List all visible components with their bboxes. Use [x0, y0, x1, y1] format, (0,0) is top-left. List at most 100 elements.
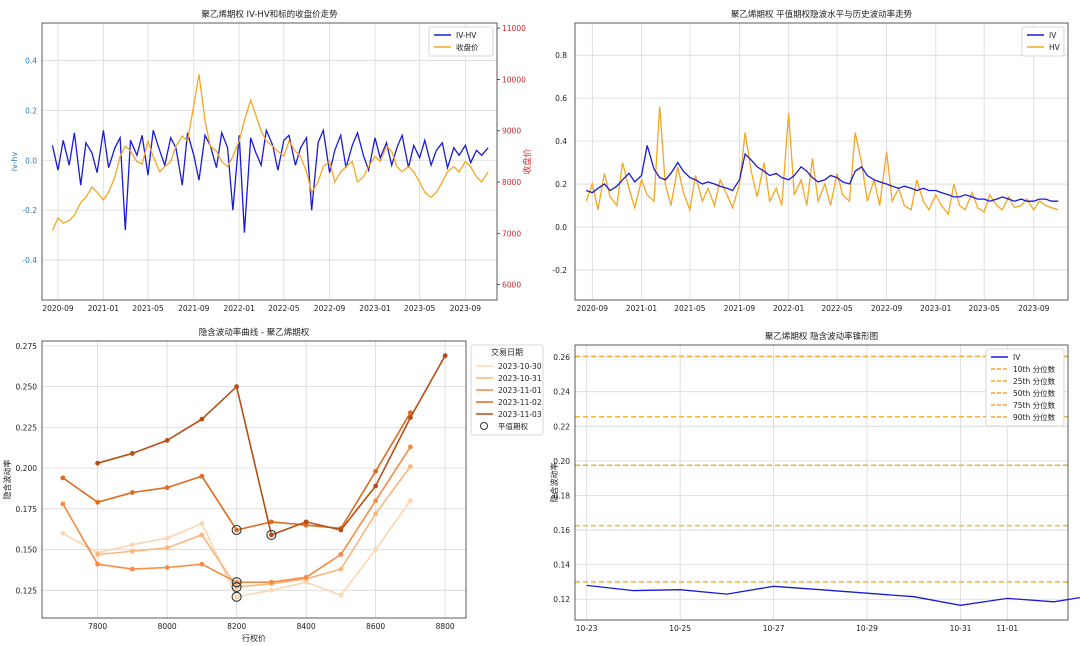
y-tick-label: 0.8 — [555, 51, 567, 60]
x-tick-label: 2021-09 — [724, 304, 756, 313]
chart-iv-hv-close-price: -0.4 -0.2 0.0 0.2 0.4 2020-09 2021-01 2021-05 20… — [10, 9, 533, 313]
y2-tick-label: 9000 — [502, 127, 521, 136]
y-tick-label: 0.24 — [553, 388, 570, 397]
y2-tick-label: 7000 — [502, 229, 521, 238]
legend-label: 75th 分位数 — [1013, 400, 1056, 410]
x-tick-label: 2023-09 — [450, 304, 482, 313]
x-tick-label: 2020-09 — [577, 304, 609, 313]
y-tick-label: 0.0 — [25, 156, 37, 165]
series-point — [338, 566, 344, 572]
series-point — [164, 485, 170, 491]
legend-label: 2023-11-03 — [498, 410, 542, 419]
series-point — [129, 566, 135, 572]
chart-atm-iv-vs-hv: -0.2 0.0 0.2 0.4 0.6 0.8 2020-09 2021-01 2021-05… — [552, 9, 1069, 313]
x-tick-label: 2023-01 — [359, 304, 391, 313]
series-point — [164, 545, 170, 551]
x-tick-label: 2022-01 — [224, 304, 256, 313]
series-line — [586, 584, 1080, 606]
series-point — [199, 521, 205, 526]
legend-label: 收盘价 — [456, 42, 479, 52]
y-tick-label: 0.2 — [555, 180, 567, 189]
y-tick-label: 0.4 — [25, 56, 37, 65]
series-point — [95, 499, 101, 505]
series-point — [95, 460, 101, 466]
x-tick-label: 2022-01 — [773, 304, 805, 313]
x-axis-label: 行权价 — [242, 633, 266, 643]
y-tick-label: 0.200 — [16, 464, 38, 473]
series-point — [234, 527, 240, 533]
series-point — [164, 535, 170, 541]
chart-iv-cone: 0.120.140.160.180.200.220.240.2610-23 10-… — [549, 331, 1080, 633]
chart-title: 聚乙烯期权 隐含波动率锥形图 — [765, 331, 878, 342]
x-tick-label: 11-01 — [996, 624, 1018, 633]
x-tick-label: 2023-05 — [404, 304, 436, 313]
series-line — [585, 106, 1059, 216]
series-point — [338, 552, 344, 557]
legend-label: 50th 分位数 — [1013, 388, 1056, 398]
y-tick-label: 0.175 — [16, 505, 38, 514]
plot-frame — [41, 340, 467, 619]
series-point — [95, 561, 101, 567]
series-point — [303, 574, 309, 580]
series-point — [407, 415, 413, 420]
chart-title: 隐含波动率曲线 - 聚乙烯期权 — [199, 327, 310, 338]
y2-axis-label: 收盘价 — [522, 148, 533, 174]
series-point — [303, 519, 309, 525]
series-point — [234, 384, 240, 390]
y-tick-label: 0.225 — [16, 423, 38, 432]
x-tick-label: 2023-01 — [920, 304, 952, 313]
series-point — [407, 464, 413, 469]
x-tick-label: 8000 — [158, 622, 177, 631]
series-point — [164, 437, 170, 443]
y-tick-label: 0.150 — [16, 546, 38, 555]
series-point — [373, 547, 379, 552]
series-point — [268, 532, 274, 538]
series-point — [199, 416, 205, 422]
y-tick-label: 0.275 — [16, 342, 38, 351]
legend-label: 平值期权 — [498, 421, 528, 431]
series-point — [407, 444, 413, 450]
chart-iv-smile: 0.125 0.150 0.175 0.200 0.225 0.250 0.275 7800 8… — [2, 327, 544, 643]
y-tick-label: 0.22 — [553, 422, 570, 431]
series-point — [373, 511, 379, 517]
legend-label: IV — [1049, 31, 1057, 40]
series-point — [234, 594, 240, 600]
y2-tick-label: 10000 — [502, 75, 526, 84]
y-axis-label: iv-hv — [10, 152, 19, 172]
x-tick-label: 2023-09 — [1018, 304, 1050, 313]
x-tick-label: 2021-09 — [178, 304, 210, 313]
x-tick-label: 10-23 — [576, 624, 598, 633]
series-line — [51, 74, 489, 232]
series-line — [51, 127, 489, 233]
series-point — [199, 561, 205, 567]
series-point — [268, 587, 274, 593]
x-tick-label: 2022-05 — [821, 304, 853, 313]
y-tick-label: -0.4 — [22, 256, 37, 265]
legend-label: IV-HV — [456, 31, 477, 40]
series-point — [373, 468, 379, 474]
series-point — [129, 548, 135, 554]
x-tick-label: 8800 — [436, 622, 455, 631]
x-tick-label: 2021-01 — [88, 304, 120, 313]
y-tick-label: 0.125 — [16, 586, 38, 595]
series-point — [60, 530, 66, 536]
y2-tick-label: 8000 — [502, 178, 521, 187]
dashboard-canvas: -0.4 -0.2 0.0 0.2 0.4 2020-09 2021-01 2021-05 20… — [2, 9, 1080, 643]
y-tick-label: 0.4 — [555, 137, 567, 146]
y-tick-label: 0.26 — [553, 353, 570, 362]
x-tick-label: 2022-09 — [871, 304, 903, 313]
y-tick-label: -0.2 — [552, 266, 567, 275]
y-tick-label: 0.2 — [25, 106, 37, 115]
y-tick-label: 0.0 — [555, 223, 567, 232]
y-tick-label: 0.250 — [16, 383, 38, 392]
legend-title: 交易日期 — [491, 347, 523, 357]
legend-label: 25th 分位数 — [1013, 376, 1056, 386]
series-point — [407, 498, 413, 504]
series-point — [373, 483, 379, 489]
series-point — [60, 501, 66, 507]
x-tick-label: 10-27 — [763, 624, 785, 633]
series-point — [129, 542, 135, 548]
x-tick-label: 2020-09 — [42, 304, 74, 313]
x-tick-label: 2021-05 — [674, 304, 706, 313]
series-point — [129, 451, 135, 456]
